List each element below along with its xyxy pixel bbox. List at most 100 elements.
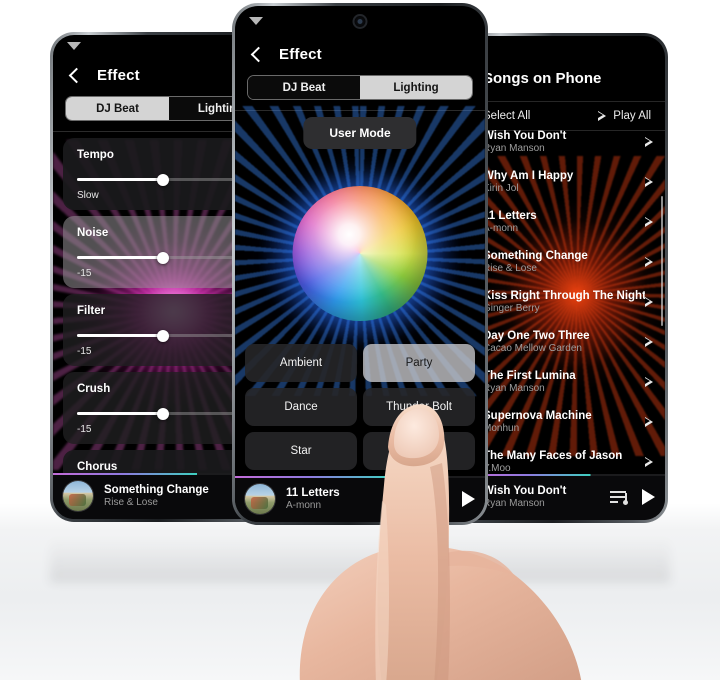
song-title: The First Lumina: [483, 370, 576, 382]
playback-progress[interactable]: [469, 474, 665, 476]
center-phone-screen: Effect DJ Beat Lighting User Mode Ambien…: [235, 6, 485, 522]
surface-reflection: [50, 523, 670, 583]
lighting-mode-button[interactable]: Ambient: [245, 344, 357, 382]
lighting-mode-button[interactable]: [363, 432, 475, 470]
tab-dj-beat[interactable]: DJ Beat: [248, 76, 360, 99]
play-all-button[interactable]: Play All: [598, 110, 651, 122]
wifi-icon: [249, 17, 263, 25]
song-title: Day One Two Three: [483, 330, 590, 342]
center-status-bar: [235, 6, 485, 36]
page-title: Effect: [279, 46, 322, 63]
song-artist: Ryan Manson: [483, 383, 545, 394]
play-outline-icon: [598, 110, 607, 121]
song-title: 11 Letters: [483, 210, 537, 222]
back-arrow-icon[interactable]: [249, 47, 265, 63]
slider-knob[interactable]: [157, 407, 170, 420]
right-phone-screen: Songs on Phone Select All Play All Wish …: [469, 36, 665, 520]
slider-knob[interactable]: [157, 251, 170, 264]
front-camera-icon: [352, 14, 368, 29]
song-meta: Why Am I Happy Kirin Jol: [483, 170, 645, 194]
play-icon[interactable]: [642, 489, 655, 505]
back-arrow-icon[interactable]: [67, 68, 83, 84]
now-playing-artist: Ryan Manson: [483, 498, 545, 509]
song-meta: Wish You Don't Ryan Manson: [483, 130, 645, 154]
album-art: [245, 484, 275, 514]
song-row[interactable]: Supernova Machine Monhun: [469, 402, 665, 442]
song-meta: The First Lumina Ryan Manson: [483, 370, 645, 394]
song-play-icon[interactable]: [645, 376, 653, 387]
song-play-icon[interactable]: [645, 456, 653, 467]
song-list[interactable]: Wish You Don't Ryan Manson Why Am I Happy K…: [469, 122, 665, 474]
lighting-mode-button[interactable]: Thunder Bolt: [363, 388, 475, 426]
now-playing-title: 11 Letters: [286, 487, 340, 499]
song-meta: The Many Faces of Jason Y.Moo: [483, 450, 645, 474]
center-nav-bar: Effect: [235, 36, 485, 75]
song-play-icon[interactable]: [645, 256, 653, 267]
center-phone: Effect DJ Beat Lighting User Mode Ambien…: [232, 3, 488, 525]
song-row[interactable]: Kiss Right Through The Night Ginger Berry: [469, 282, 665, 322]
song-row[interactable]: The First Lumina Ryan Manson: [469, 362, 665, 402]
song-play-icon[interactable]: [645, 296, 653, 307]
song-play-icon[interactable]: [645, 416, 653, 427]
song-title: Why Am I Happy: [483, 170, 574, 182]
lighting-mode-button[interactable]: Star: [245, 432, 357, 470]
song-artist: Monhun: [483, 423, 520, 434]
color-wheel-picker[interactable]: [292, 186, 428, 321]
song-meta: Supernova Machine Monhun: [483, 410, 645, 434]
song-play-icon[interactable]: [645, 176, 653, 187]
song-artist: Ryan Manson: [483, 143, 545, 154]
song-row[interactable]: Something Change Rise & Lose: [469, 242, 665, 282]
song-meta: Kiss Right Through The Night Ginger Berry: [483, 290, 645, 314]
song-row[interactable]: Day One Two Three Cacao Mellow Garden: [469, 322, 665, 362]
slider-knob[interactable]: [157, 329, 170, 342]
song-row[interactable]: Why Am I Happy Kirin Jol: [469, 162, 665, 202]
song-title: Something Change: [483, 250, 588, 262]
song-meta: Something Change Rise & Lose: [483, 250, 645, 274]
song-row[interactable]: Wish You Don't Ryan Manson: [469, 122, 665, 162]
now-playing-meta: Wish You Don't Ryan Manson: [483, 485, 610, 509]
song-row[interactable]: 11 Letters A-monn: [469, 202, 665, 242]
right-player-bar[interactable]: Wish You Don't Ryan Manson: [469, 474, 665, 520]
lighting-mode-grid[interactable]: Ambient Party Dance Thunder Bolt Star: [245, 344, 475, 470]
now-playing-artist: Rise & Lose: [104, 497, 158, 508]
song-artist: Rise & Lose: [483, 263, 537, 274]
user-mode-button[interactable]: User Mode: [303, 117, 417, 149]
song-title: Kiss Right Through The Night: [483, 290, 645, 302]
song-artist: A-monn: [483, 223, 519, 234]
queue-list-icon[interactable]: [610, 489, 628, 505]
tab-lighting[interactable]: Lighting: [360, 76, 472, 99]
song-title: Wish You Don't: [483, 130, 567, 142]
center-player-bar[interactable]: 11 Letters A-monn: [235, 476, 485, 522]
now-playing-title: Wish You Don't: [483, 485, 567, 497]
song-artist: Y.Moo: [483, 463, 511, 474]
songs-page-title: Songs on Phone: [483, 70, 602, 87]
song-meta: 11 Letters A-monn: [483, 210, 645, 234]
now-playing-meta: Something Change Rise & Lose: [104, 484, 253, 508]
play-icon[interactable]: [462, 491, 475, 507]
song-title: Supernova Machine: [483, 410, 592, 422]
playback-progress[interactable]: [235, 476, 485, 478]
song-list-scrollbar[interactable]: [660, 196, 663, 326]
play-all-label: Play All: [613, 110, 651, 122]
right-phone: Songs on Phone Select All Play All Wish …: [466, 33, 668, 523]
now-playing-meta: 11 Letters A-monn: [286, 487, 452, 511]
scene-root: Effect DJ Beat Lighting Tempo Slow Noise…: [0, 0, 720, 680]
song-title: The Many Faces of Jason: [483, 450, 623, 462]
song-artist: Cacao Mellow Garden: [483, 343, 582, 354]
center-segmented-tabs: DJ Beat Lighting: [247, 75, 473, 100]
song-artist: Ginger Berry: [483, 303, 540, 314]
song-play-icon[interactable]: [645, 136, 653, 147]
slider-knob[interactable]: [157, 173, 170, 186]
album-art: [63, 481, 93, 511]
lighting-mode-button[interactable]: Dance: [245, 388, 357, 426]
page-title: Effect: [97, 67, 140, 84]
now-playing-artist: A-monn: [286, 500, 322, 511]
tab-dj-beat[interactable]: DJ Beat: [66, 97, 169, 120]
right-status-bar: [469, 36, 665, 58]
lighting-mode-button[interactable]: Party: [363, 344, 475, 382]
song-artist: Kirin Jol: [483, 183, 519, 194]
select-all-button[interactable]: Select All: [483, 110, 530, 122]
song-play-icon[interactable]: [645, 336, 653, 347]
song-play-icon[interactable]: [645, 216, 653, 227]
song-row[interactable]: The Many Faces of Jason Y.Moo: [469, 442, 665, 474]
